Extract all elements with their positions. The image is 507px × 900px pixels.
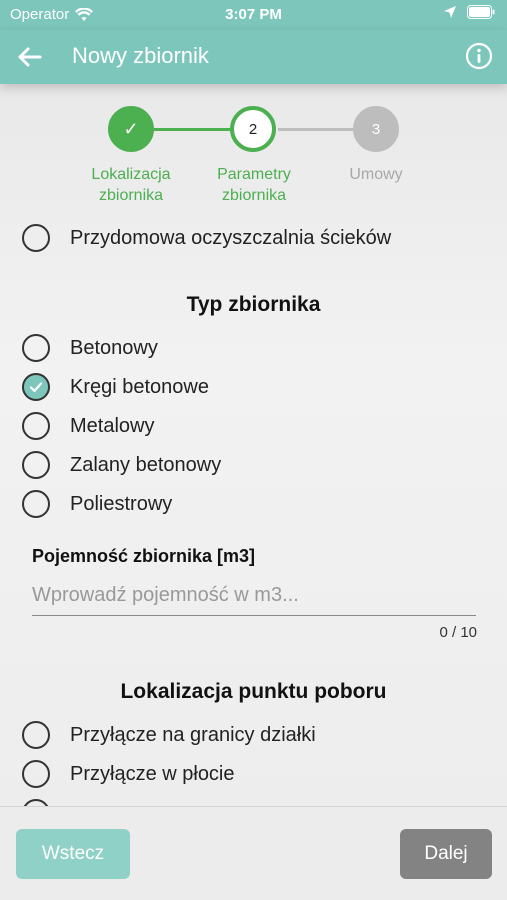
radio-button[interactable] (22, 760, 50, 788)
radio-button[interactable] (22, 412, 50, 440)
step-3-label: Umowy (321, 164, 431, 185)
page-title: Nowy zbiornik (72, 43, 209, 68)
step-3-number: 3 (371, 120, 381, 138)
step-2-label: Parametry zbiornika (199, 164, 309, 206)
radio-button[interactable] (22, 721, 50, 749)
back-arrow-icon[interactable] (14, 42, 44, 72)
radio-button[interactable] (22, 451, 50, 479)
step-2-label-line2: zbiornika (221, 187, 287, 204)
radio-button-checked[interactable] (22, 373, 50, 401)
step-1-label: Lokalizacja zbiornika (76, 164, 186, 206)
tank-type-title: Typ zbiornika (186, 293, 321, 316)
radio-option-poliestrowy[interactable]: Poliestrowy (22, 488, 172, 520)
step-2-label-line1: Parametry (217, 166, 291, 183)
radio-label: Zalany betonowy (70, 453, 222, 476)
step-3-label-line1: Umowy (349, 166, 403, 183)
radio-button[interactable] (22, 334, 50, 362)
radio-option-zalany-betonowy[interactable]: Zalany betonowy (22, 449, 221, 481)
screen: Operator 3:07 PM Nowy zbiornik ✓ 2 3 Lok… (0, 0, 507, 900)
radio-label: Przyłącze w płocie (70, 762, 235, 785)
radio-label: Metalowy (70, 414, 155, 437)
radio-option-oczyszczalnia[interactable]: Przydomowa oczyszczalnia ścieków (22, 222, 391, 254)
status-time: 3:07 PM (225, 6, 282, 23)
check-icon: ✓ (123, 118, 139, 139)
capacity-label: Pojemność zbiornika [m3] (32, 546, 256, 566)
radio-option-przylacze-plot[interactable]: Przyłącze w płocie (22, 758, 235, 790)
step-connector-1 (154, 128, 230, 131)
step-1-label-line1: Lokalizacja (91, 166, 171, 183)
back-button[interactable]: Wstecz (16, 829, 130, 879)
radio-label: Betonowy (70, 336, 158, 359)
app-bar: Nowy zbiornik (0, 30, 507, 84)
radio-option-kregi-betonowe[interactable]: Kręgi betonowe (22, 371, 209, 403)
radio-option-metalowy[interactable]: Metalowy (22, 410, 154, 442)
radio-option-betonowy[interactable]: Betonowy (22, 332, 158, 364)
radio-label: Przydomowa oczyszczalnia ścieków (70, 226, 392, 249)
radio-button[interactable] (22, 490, 50, 518)
location-arrow-icon (444, 6, 456, 18)
next-button[interactable]: Dalej (400, 829, 492, 879)
bottom-bar: Wstecz Dalej (0, 806, 507, 900)
step-1-label-line2: zbiornika (98, 187, 164, 204)
radio-label: Przyłącze na granicy działki (70, 723, 316, 746)
info-icon[interactable] (465, 42, 493, 70)
radio-option-przylacze-granica[interactable]: Przyłącze na granicy działki (22, 719, 316, 751)
check-icon (29, 382, 43, 393)
battery-icon (467, 5, 495, 19)
radio-button[interactable] (22, 224, 50, 252)
step-1-circle[interactable]: ✓ (108, 106, 154, 152)
step-connector-2 (278, 128, 354, 131)
capacity-input[interactable] (32, 576, 476, 616)
step-2-number: 2 (248, 120, 258, 138)
step-2-circle[interactable]: 2 (230, 106, 276, 152)
char-counter: 0 / 10 (439, 624, 477, 641)
pickup-location-title: Lokalizacja punktu poboru (120, 680, 387, 703)
status-right (443, 5, 495, 19)
step-3-circle[interactable]: 3 (353, 106, 399, 152)
status-bar: Operator 3:07 PM (0, 0, 507, 30)
radio-label: Poliestrowy (70, 492, 173, 515)
stepper: ✓ 2 3 Lokalizacja zbiornika Parametry zb… (0, 104, 507, 214)
radio-label: Kręgi betonowe (70, 375, 209, 398)
